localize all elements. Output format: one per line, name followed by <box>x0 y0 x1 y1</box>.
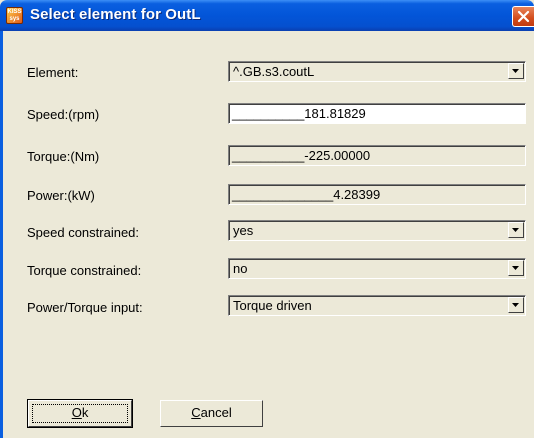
chevron-down-icon <box>512 303 519 307</box>
cancel-label-rest: ancel <box>200 405 232 420</box>
element-label: Element: <box>27 65 79 80</box>
element-value: ^.GB.s3.coutL <box>233 64 315 79</box>
speed-constrained-combobox[interactable]: yes <box>228 220 526 241</box>
power-torque-input-combobox[interactable]: Torque driven <box>228 295 526 316</box>
speed-constrained-label: Speed constrained: <box>27 225 140 240</box>
power-torque-input-value: Torque driven <box>233 298 312 313</box>
chevron-down-icon <box>512 266 519 270</box>
window-frame-left <box>0 31 3 438</box>
power-value: ______________4.28399 <box>232 187 381 202</box>
speed-constrained-value: yes <box>233 223 254 238</box>
power-torque-input-dropdown-button[interactable] <box>508 297 524 313</box>
ok-button[interactable]: Ok <box>27 399 133 428</box>
torque-constrained-value: no <box>233 261 248 276</box>
torque-field: __________-225.00000 <box>228 145 526 166</box>
title-bar[interactable]: KISS sys Select element for OutL <box>0 0 534 31</box>
power-field: ______________4.28399 <box>228 184 526 205</box>
torque-constrained-dropdown-button[interactable] <box>508 260 524 276</box>
chevron-down-icon <box>512 69 519 73</box>
torque-label: Torque:(Nm) <box>27 149 100 164</box>
speed-label: Speed:(rpm) <box>27 107 100 122</box>
kisssys-app-icon: KISS sys <box>6 7 23 24</box>
chevron-down-icon <box>512 228 519 232</box>
torque-constrained-label: Torque constrained: <box>27 263 142 278</box>
speed-constrained-dropdown-button[interactable] <box>508 222 524 238</box>
speed-value: __________181.81829 <box>232 106 366 121</box>
window-title: Select element for OutL <box>30 6 201 23</box>
cancel-mnemonic: C <box>191 405 201 420</box>
speed-input[interactable]: __________181.81829 <box>228 103 526 124</box>
element-combobox[interactable]: ^.GB.s3.coutL <box>228 61 526 82</box>
close-button[interactable] <box>512 6 534 27</box>
power-torque-input-label: Power/Torque input: <box>27 300 143 315</box>
torque-constrained-combobox[interactable]: no <box>228 258 526 279</box>
torque-value: __________-225.00000 <box>232 148 371 163</box>
element-dropdown-button[interactable] <box>508 63 524 79</box>
cancel-button[interactable]: Cancel <box>160 400 263 427</box>
power-label: Power:(kW) <box>27 188 95 203</box>
close-icon <box>517 10 530 23</box>
